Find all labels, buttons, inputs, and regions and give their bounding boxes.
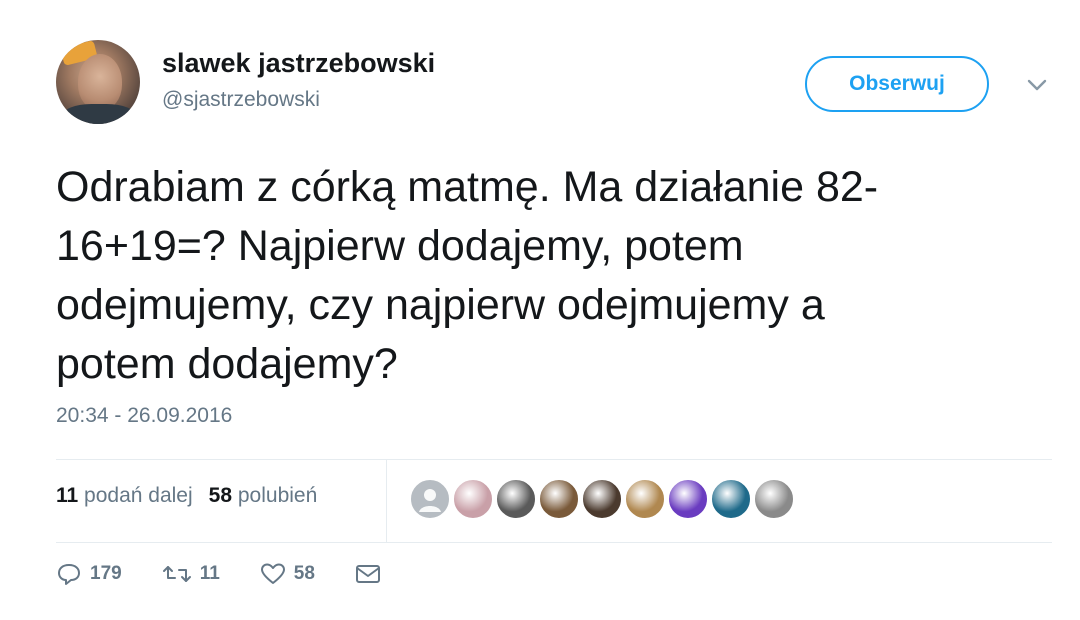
stats-separator [386,460,387,542]
retweets-label: podań dalej [84,484,193,507]
reply-count: 179 [90,563,122,584]
envelope-icon [355,565,380,583]
likers-avatars [410,479,797,519]
tweet-stats: 11 podań dalej 58 polubień [56,484,333,508]
follow-button[interactable]: Obserwuj [805,56,989,112]
liker-avatar[interactable] [410,479,450,519]
like-action[interactable]: 58 [260,562,315,586]
user-avatar[interactable] [56,40,140,124]
retweets-count: 11 [56,484,79,507]
retweet-action[interactable]: 11 [162,563,220,585]
retweets-stat[interactable]: 11 podań dalej [56,484,193,508]
reply-icon [58,564,80,585]
liker-avatar[interactable] [496,479,536,519]
liker-avatar[interactable] [668,479,708,519]
tweet-actions: 179 11 58 [56,562,429,586]
dm-action[interactable] [355,563,389,585]
retweet-count: 11 [199,563,220,584]
liker-avatar[interactable] [754,479,794,519]
retweet-icon [162,566,191,582]
liker-avatar[interactable] [711,479,751,519]
liker-avatar[interactable] [453,479,493,519]
liker-avatar[interactable] [625,479,665,519]
chevron-down-icon[interactable] [1024,72,1050,98]
liker-avatar[interactable] [539,479,579,519]
like-count: 58 [293,563,315,584]
avatar-face [78,54,122,110]
user-name[interactable]: slawek jastrzebowski [162,48,435,79]
likes-label: polubień [237,484,318,507]
likes-count: 58 [208,484,233,507]
stats-divider-top [56,459,1052,460]
tweet-text: Odrabiam z córką matmę. Ma działanie 82-… [56,163,879,388]
reply-action[interactable]: 179 [56,562,122,586]
avatar-shirt [62,104,136,124]
liker-avatar[interactable] [582,479,622,519]
likes-stat[interactable]: 58 polubień [209,484,318,508]
user-handle[interactable]: @sjastrzebowski [162,88,320,112]
tweet-timestamp[interactable]: 20:34 - 26.09.2016 [56,404,232,428]
stats-divider-bottom [56,542,1052,543]
heart-icon [260,563,285,584]
